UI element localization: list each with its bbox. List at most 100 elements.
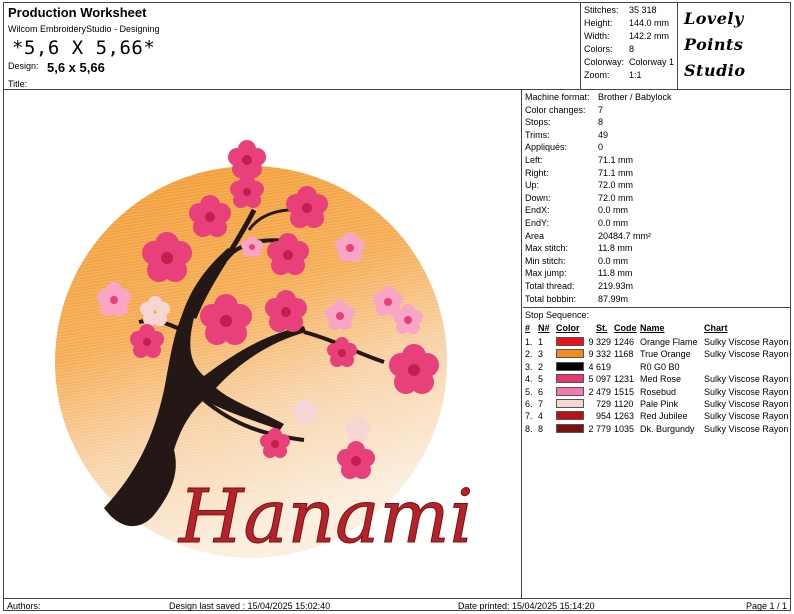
stat-colorway: Colorway: Colorway 1 [584,57,674,67]
footer-saved: Design last saved : 15/04/2025 15:02:40 [169,601,331,611]
stop-color-name: Pale Pink [640,399,679,409]
stop-num: 3. [525,361,533,372]
color-swatch [556,411,584,421]
stats-panel: Stitches: 35 318 Height: 144.0 mm Width: 14… [580,3,678,90]
color-swatch [556,423,584,433]
stop-stitches: 2 479 [588,386,611,397]
color-swatch [556,399,584,408]
stop-n: 6 [538,386,544,397]
stop-n: 2 [538,361,544,372]
stop-num: 5. [525,386,533,397]
stop-row: 5. 6 2 479 1515 Rosebud Sulky Viscose Rayon [523,386,790,399]
info-row: EndY: 0.0 mm [525,218,628,228]
stop-num: 7. [525,411,533,422]
stop-chart: Sulky Viscose Rayon [704,411,789,422]
logo-line-3: Studio [684,61,746,80]
info-row: EndX: 0.0 mm [525,205,628,216]
stat-label: Height: [584,18,613,28]
stop-stitches: 9 329 [588,337,611,347]
stat-value: 142.2 mm [629,31,670,41]
info-label: Down: [525,192,551,203]
info-value: Brother / Babylock [598,92,672,102]
stop-num: 4. [525,374,533,385]
color-swatch [556,374,584,384]
stop-row: 8. 8 2 779 1035 Dk. Burgundy Sulky Viscose Ra… [523,423,790,436]
info-row: Max stitch: 11.8 mm [525,243,632,254]
stop-stitches: 9 332 [588,349,611,360]
worksheet: Production Worksheet Wilcom EmbroiderySt… [3,2,791,611]
stop-chart: Sulky Viscose Rayon [704,337,789,347]
stop-num: 6. [525,399,533,409]
info-value: 87.99m [598,293,629,304]
info-value: 0.0 mm [598,255,629,266]
stop-code: 1515 [614,386,635,397]
title-label: Title: [8,79,28,89]
stop-code: 1263 [614,411,635,422]
stat-label: Zoom: [584,70,610,80]
stat-stitches: Stitches: 35 318 [584,5,657,15]
info-label: Min stitch: [525,255,566,266]
stat-height: Height: 144.0 mm [584,18,669,28]
info-label: Area [525,230,545,241]
stop-code: 1120 [614,399,634,409]
info-label: Max stitch: [525,243,569,254]
footer: Authors: Design last saved : 15/04/2025 … [4,598,790,611]
stat-label: Colorway: [584,57,625,67]
stop-code: 1246 [614,337,635,347]
col-header-name: Name [640,323,665,333]
stat-value: 1:1 [629,70,642,80]
design-script-text: Hanami [177,474,473,560]
stat-zoom: Zoom: 1:1 [584,70,642,80]
info-label: Color changes: [525,104,586,115]
stop-num: 1. [525,337,533,347]
info-row: Stops: 8 [525,117,603,127]
design-preview: Hanami [4,90,522,598]
stop-row: 1. 1 9 329 1246 Orange Flame Sulky Viscose Ra… [523,337,790,349]
stop-num: 2. [525,349,533,360]
color-swatch [556,349,584,359]
info-label: Max jump: [525,268,567,279]
info-label: Trims: [525,129,550,140]
page-title: Production Worksheet [8,5,147,20]
info-row: Max jump: 11.8 mm [525,268,632,279]
stat-label: Width: [584,31,610,41]
logo-line-2: Points [684,35,744,54]
stat-colors: Colors: 8 [584,44,634,54]
stop-color-name: Red Jubilee [640,411,688,422]
design-label: Design: [8,61,39,71]
stop-code: 1231 [614,374,635,385]
info-value: 71.1 mm [598,167,634,178]
stop-stitches: 729 [595,399,611,409]
stop-chart: Sulky Viscose Rayon [704,374,789,385]
size-text: *5,6 X 5,66* [12,37,156,59]
stop-color-name: True Orange [640,349,691,360]
footer-printed: Date printed: 15/04/2025 15:14:20 [458,601,595,611]
info-row: Min stitch: 0.0 mm [525,255,628,266]
app-name: Wilcom EmbroideryStudio - Designing [8,24,160,34]
info-label: Left: [525,155,543,165]
col-header-chart: Chart [704,323,728,333]
stop-stitches: 4 619 [588,361,611,372]
info-value: 49 [598,129,609,140]
info-value: 7 [598,104,604,115]
col-header-st: St. [596,323,608,333]
info-value: 11.8 mm [598,268,633,279]
stop-sequence-title: Stop Sequence: [525,310,590,320]
stop-row: 2. 3 9 332 1168 True Orange Sulky Viscose Ray… [523,349,790,361]
color-swatch [556,337,584,346]
info-label: Appliqués: [525,142,568,153]
stop-row: 3. 2 4 619 R0 G0 B0 [523,361,790,374]
stop-sequence-panel: Stop Sequence: # N# Color St. Code Name … [523,307,790,598]
info-row: Left: 71.1 mm [525,155,633,165]
stop-color-name: Med Rose [640,374,682,385]
info-row: Appliqués: 0 [525,142,603,153]
header-info: Production Worksheet Wilcom EmbroiderySt… [8,3,578,90]
info-value: 71.1 mm [598,155,634,165]
stop-code: 1168 [614,349,634,360]
info-row: Total bobbin: 87.99m [525,294,628,304]
stop-chart: Sulky Viscose Rayon [704,386,789,397]
info-row: Machine format: Brother / Babylock [525,92,672,102]
info-label: EndX: [525,205,550,216]
stop-n: 4 [538,411,544,422]
info-row: Down: 72.0 mm [525,192,633,203]
